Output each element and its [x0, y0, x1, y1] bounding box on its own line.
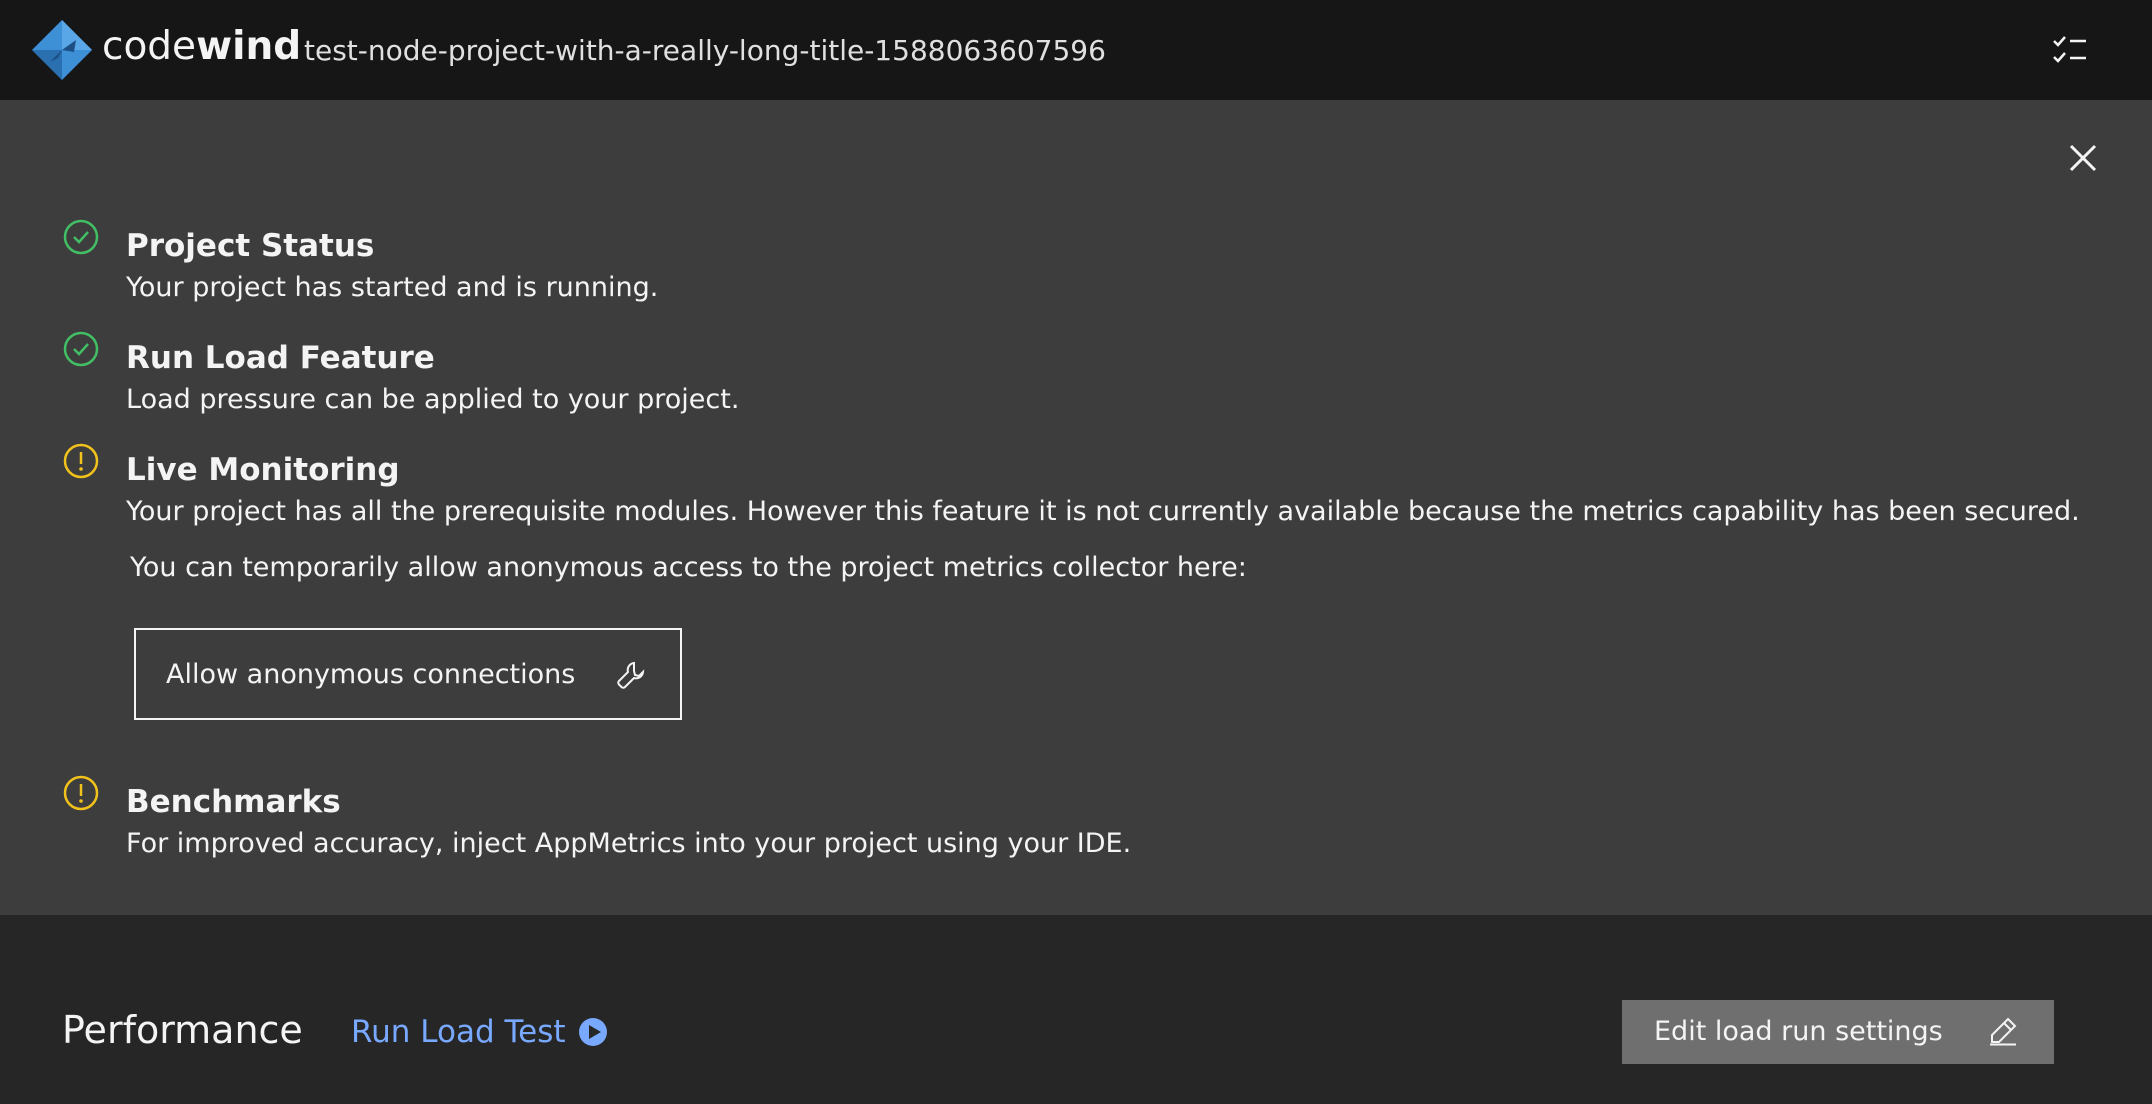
project-status-panel: Project Status Your project has started … — [0, 100, 2152, 915]
status-title: Run Load Feature — [126, 340, 435, 376]
status-title: Benchmarks — [126, 784, 341, 820]
brand-name: codewind — [102, 22, 301, 72]
status-description: Your project has all the prerequisite mo… — [126, 496, 2080, 527]
checklist-icon[interactable] — [2050, 32, 2090, 68]
checkmark-outline-icon — [63, 331, 99, 367]
status-title: Live Monitoring — [126, 452, 400, 488]
play-filled-icon — [578, 1018, 607, 1046]
wrench-icon — [617, 661, 645, 689]
allow-anonymous-connections-button[interactable]: Allow anonymous connections — [134, 628, 682, 720]
run-load-test-link[interactable]: Run Load Test — [351, 1012, 608, 1052]
app-header: codewind test-node-project-with-a-really… — [0, 0, 2152, 100]
status-description: For improved accuracy, inject AppMetrics… — [126, 828, 1132, 859]
anonymous-access-hint: You can temporarily allow anonymous acce… — [130, 552, 1247, 583]
performance-title: Performance — [62, 1008, 303, 1052]
project-title: test-node-project-with-a-really-long-tit… — [304, 34, 1106, 67]
brand-name-bold: wind — [196, 24, 302, 69]
status-description: Your project has started and is running. — [126, 272, 659, 303]
close-icon[interactable] — [2067, 142, 2099, 174]
status-title: Project Status — [126, 228, 375, 264]
edit-load-run-settings-button[interactable]: Edit load run settings — [1622, 1000, 2054, 1064]
run-load-test-label: Run Load Test — [351, 1014, 566, 1050]
warning-outline-icon — [63, 775, 99, 811]
brand-name-light: code — [102, 24, 197, 69]
checkmark-outline-icon — [63, 219, 99, 255]
edit-icon — [1990, 1017, 2017, 1046]
status-description: Load pressure can be applied to your pro… — [126, 384, 740, 415]
allow-anonymous-connections-label: Allow anonymous connections — [166, 659, 576, 690]
edit-load-run-settings-label: Edit load run settings — [1654, 1016, 1943, 1047]
codewind-logo-icon — [32, 20, 92, 80]
warning-outline-icon — [63, 443, 99, 479]
